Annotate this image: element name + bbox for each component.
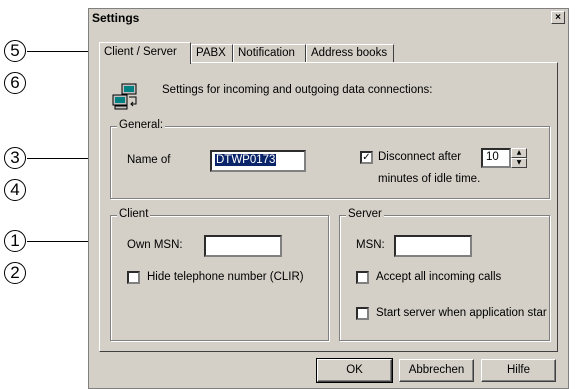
- name-of-label: Name of: [127, 154, 171, 166]
- help-button[interactable]: Hilfe: [481, 359, 556, 382]
- minutes-spinner[interactable]: ▲ ▼: [511, 148, 527, 168]
- tab-panel-client-server: Settings for incoming and outgoing data …: [99, 62, 558, 352]
- cancel-button[interactable]: Abbrechen: [399, 359, 474, 382]
- callout-4: 4: [4, 179, 26, 201]
- server-group-label: Server: [346, 208, 384, 220]
- intro-text: Settings for incoming and outgoing data …: [162, 84, 433, 96]
- callout-2: 2: [4, 262, 26, 284]
- own-msn-label: Own MSN:: [127, 239, 183, 251]
- callout-6: 6: [4, 72, 26, 94]
- hide-number-checkbox[interactable]: [127, 271, 140, 284]
- name-field[interactable]: DTWP0173: [210, 150, 306, 172]
- client-group: Client Own MSN: Hide telephone number (C…: [110, 208, 329, 341]
- idle-time-text: minutes of idle time.: [378, 173, 481, 185]
- disconnect-label: Disconnect after: [378, 151, 462, 163]
- title-bar[interactable]: Settings ×: [89, 9, 568, 27]
- callout-3: 3: [4, 147, 26, 169]
- server-msn-label: MSN:: [356, 239, 385, 251]
- tab-address-books[interactable]: Address books: [306, 44, 394, 62]
- general-group: General: Name of DTWP0173 ✓ Disconnect a…: [110, 119, 550, 199]
- ok-button[interactable]: OK: [316, 358, 393, 383]
- server-msn-field[interactable]: [394, 235, 472, 257]
- start-server-label: Start server when application star: [376, 307, 547, 319]
- tab-client-server[interactable]: Client / Server: [99, 42, 191, 64]
- close-icon: ×: [555, 12, 561, 23]
- network-computers-icon: [112, 83, 137, 110]
- tab-pabx[interactable]: PABX: [191, 44, 233, 62]
- callout-1: 1: [4, 230, 26, 252]
- close-button[interactable]: ×: [551, 11, 565, 24]
- client-group-label: Client: [117, 208, 151, 220]
- server-group: Server MSN: Accept all incoming calls St…: [339, 208, 550, 341]
- settings-dialog: Settings × Client / Server PABX Notifica…: [88, 8, 569, 389]
- accept-all-checkbox[interactable]: [356, 271, 369, 284]
- callout-5: 5: [4, 40, 26, 62]
- spin-down-icon[interactable]: ▼: [511, 158, 527, 168]
- tab-notification[interactable]: Notification: [233, 44, 306, 62]
- disconnect-checkbox[interactable]: ✓: [360, 151, 373, 164]
- accept-all-label: Accept all incoming calls: [376, 271, 502, 283]
- start-server-checkbox[interactable]: [356, 307, 369, 320]
- general-group-label: General:: [117, 119, 166, 131]
- window-title: Settings: [92, 11, 140, 25]
- own-msn-field[interactable]: [204, 235, 282, 257]
- hide-number-label: Hide telephone number (CLIR): [147, 271, 304, 283]
- spin-up-icon[interactable]: ▲: [511, 148, 527, 158]
- check-icon: ✓: [362, 152, 371, 163]
- disconnect-minutes-field[interactable]: 10: [481, 148, 511, 168]
